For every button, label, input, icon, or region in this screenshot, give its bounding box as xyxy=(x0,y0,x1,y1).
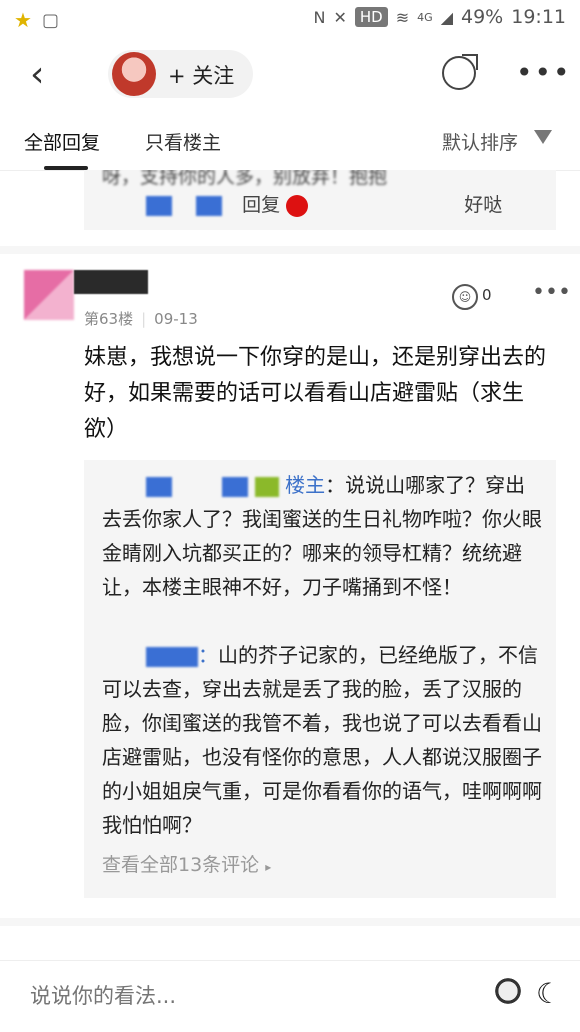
comment-date: 09-13 xyxy=(154,310,198,328)
previous-reply-row: 回复 好哒 xyxy=(102,190,502,217)
tab-underline xyxy=(44,166,88,170)
commenter-avatar[interactable] xyxy=(24,270,74,320)
blurred-name xyxy=(146,195,172,216)
comment-meta: 第63楼 | 09-13 xyxy=(84,310,198,328)
bottom-bar: ☾ xyxy=(0,960,580,1032)
host-tag[interactable]: 楼主 xyxy=(285,473,325,497)
comment-input[interactable] xyxy=(28,983,452,1009)
status-bar: ★ ▢ N ✕ HD ≋ 4G ◢ 49% 19:11 xyxy=(0,0,580,40)
comment-text: 妹崽，我想说一下你穿的是山，还是别穿出去的好，如果需要的话可以看看山店避雷贴（求… xyxy=(84,345,547,442)
avatar[interactable] xyxy=(112,52,156,96)
back-icon[interactable]: ‹ xyxy=(30,54,44,95)
sticker-icon[interactable]: ☾ xyxy=(536,977,572,1017)
tab-all-replies[interactable]: 全部回复 xyxy=(24,128,101,170)
reply-label[interactable]: 回复 xyxy=(242,194,280,216)
previous-reply-box: 呀，支持你的人多，别放弃！抱抱 回复 好哒 xyxy=(84,170,556,230)
follow-label[interactable]: + 关注 xyxy=(168,60,234,90)
battery-level: 49% xyxy=(461,6,504,28)
hd-badge: HD xyxy=(354,7,388,27)
view-all-comments-link[interactable]: 查看全部13条评论 ▸ xyxy=(102,850,271,877)
like-count: 0 xyxy=(482,286,492,304)
blurred-name xyxy=(222,476,249,497)
like-icon[interactable]: ☺ xyxy=(452,284,478,310)
share-icon[interactable] xyxy=(442,54,478,90)
sticker-icon[interactable] xyxy=(490,977,526,1017)
previous-reply-text: 呀，支持你的人多，别放弃！抱抱 xyxy=(102,170,388,188)
blurred-name xyxy=(146,646,198,667)
sort-button[interactable]: 默认排序 xyxy=(442,128,518,155)
previous-reply-end: 好哒 xyxy=(464,194,503,216)
chevron-right-icon: ▸ xyxy=(265,860,272,874)
comment-more-icon[interactable]: ••• xyxy=(532,280,571,305)
signal-icon: ◢ xyxy=(440,7,453,27)
cherry-emoji xyxy=(286,194,309,217)
blurred-name xyxy=(196,195,223,216)
tab-host-only[interactable]: 只看楼主 xyxy=(145,128,221,155)
nfc-icon: N xyxy=(313,7,326,27)
floor-number: 第63楼 xyxy=(84,310,134,328)
star-icon: ★ xyxy=(14,8,32,32)
clock: 19:11 xyxy=(511,6,566,28)
tab-bar: 全部回复 只看楼主 默认排序 xyxy=(0,112,580,171)
nav-bar: ‹ + 关注 ••• xyxy=(0,40,580,110)
more-icon[interactable]: ••• xyxy=(516,56,572,89)
network-label: 4G xyxy=(417,10,433,24)
reply-item: 楼主：说说山哪家了？穿出去丢你家人了？我闺蜜送的生日礼物咋啦？你火眼金睛刚入坑都… xyxy=(102,473,542,599)
tab-all-label: 全部回复 xyxy=(24,132,101,154)
notification-icon: ▢ xyxy=(41,9,59,31)
filter-icon[interactable] xyxy=(534,130,552,144)
divider xyxy=(0,246,580,254)
reply-item: ：山的芥子记家的，已经绝版了，不信可以去查，穿出去就是丢了我的脸，丢了汉服的脸，… xyxy=(102,643,542,837)
divider xyxy=(0,918,580,926)
view-all-label: 查看全部13条评论 xyxy=(102,854,260,876)
mute-icon: ✕ xyxy=(333,7,347,27)
blurred-name xyxy=(146,476,172,497)
blurred-name xyxy=(254,476,279,497)
replies-box: 楼主：说说山哪家了？穿出去丢你家人了？我闺蜜送的生日礼物咋啦？你火眼金睛刚入坑都… xyxy=(84,460,556,898)
commenter-name-redacted[interactable] xyxy=(74,270,148,294)
reply-text: 山的芥子记家的，已经绝版了，不信可以去查，穿出去就是丢了我的脸，丢了汉服的脸，你… xyxy=(102,643,542,837)
wifi-icon: ≋ xyxy=(395,7,410,27)
